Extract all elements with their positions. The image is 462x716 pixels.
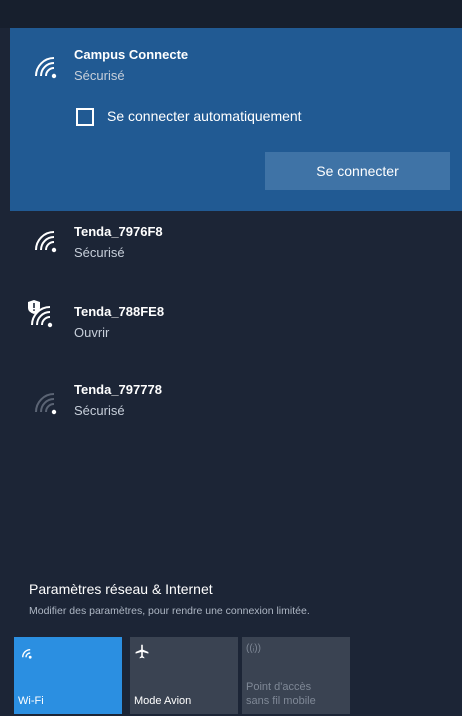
network-item[interactable]: Tenda_797778 Sécurisé [10,374,462,436]
airplane-mode-tile[interactable]: Mode Avion [130,637,238,714]
network-name: Tenda_797778 [74,382,162,397]
network-status: Sécurisé [74,245,125,260]
hotspot-label-line2: sans fil mobile [246,695,316,707]
wifi-icon [22,649,32,659]
wifi-tile-label: Wi-Fi [18,695,44,707]
connect-button[interactable]: Se connecter [265,152,450,190]
network-settings-link[interactable]: Paramètres réseau & Internet [29,581,213,597]
network-item[interactable]: Tenda_7976F8 Sécurisé [10,218,462,280]
network-status: Sécurisé [74,403,125,418]
wifi-icon [35,231,57,253]
auto-connect-checkbox[interactable] [76,108,94,126]
network-name: Tenda_7976F8 [74,224,163,239]
network-name: Tenda_788FE8 [74,304,165,319]
airplane-icon [135,644,149,659]
auto-connect-label: Se connecter automatiquement [107,108,302,124]
wifi-shield-icon [28,300,53,328]
top-strip [0,0,462,28]
network-settings-subtitle: Modifier des paramètres, pour rendre une… [29,605,310,617]
hotspot-tile-label: Point d'accès sans fil mobile [246,680,316,708]
airplane-tile-label: Mode Avion [134,695,192,707]
network-status: Ouvrir [74,325,110,340]
wifi-weak-icon [35,393,57,415]
wifi-icon [35,57,57,79]
mobile-hotspot-tile[interactable]: ((ᵢ)) Point d'accès sans fil mobile [242,637,350,714]
wifi-toggle-tile[interactable]: Wi-Fi [14,637,122,714]
network-name: Campus Connecte [74,47,189,62]
network-item[interactable]: Tenda_788FE8 Ouvrir [10,296,462,358]
network-status: Sécurisé [74,68,125,83]
hotspot-label-line1: Point d'accès [246,681,312,693]
hotspot-icon: ((ᵢ)) [246,643,261,654]
